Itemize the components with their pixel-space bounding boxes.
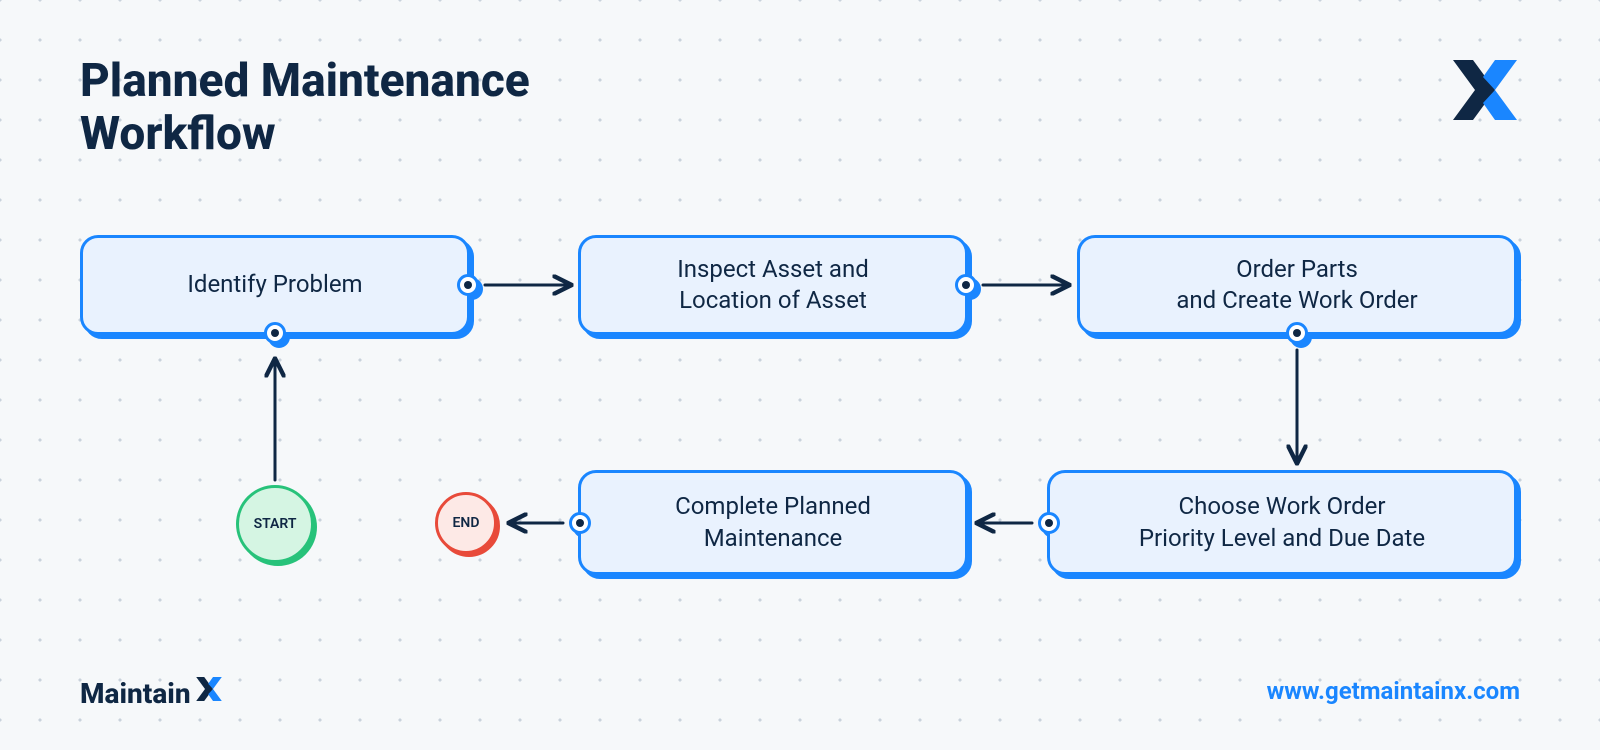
node-label: Complete Planned Maintenance <box>675 491 871 553</box>
node-inspect-asset: Inspect Asset and Location of Asset <box>578 235 968 335</box>
end-node: END <box>435 492 497 554</box>
brand-text: Maintain <box>80 677 191 710</box>
end-label: END <box>453 515 480 531</box>
node-order-parts: Order Parts and Create Work Order <box>1077 235 1517 335</box>
brand-logo-icon <box>1445 55 1525 129</box>
node-complete-maintenance: Complete Planned Maintenance <box>578 470 968 575</box>
diagram-title: Planned Maintenance Workflow <box>80 55 530 161</box>
connector-port-icon <box>1286 322 1308 344</box>
node-choose-priority: Choose Work Order Priority Level and Due… <box>1047 470 1517 575</box>
node-label: Inspect Asset and Location of Asset <box>677 254 869 316</box>
node-label: Order Parts and Create Work Order <box>1176 254 1417 316</box>
start-label: START <box>254 516 297 532</box>
connector-port-icon <box>264 322 286 344</box>
website-url: www.getmaintainx.com <box>1267 677 1520 705</box>
brand-wordmark: Maintain <box>80 675 225 710</box>
start-node: START <box>236 485 314 563</box>
connector-port-icon <box>955 274 977 296</box>
connector-port-icon <box>569 512 591 534</box>
connector-port-icon <box>457 274 479 296</box>
node-label: Choose Work Order Priority Level and Due… <box>1139 491 1425 553</box>
node-identify-problem: Identify Problem <box>80 235 470 335</box>
connector-port-icon <box>1038 512 1060 534</box>
node-label: Identify Problem <box>187 269 362 300</box>
